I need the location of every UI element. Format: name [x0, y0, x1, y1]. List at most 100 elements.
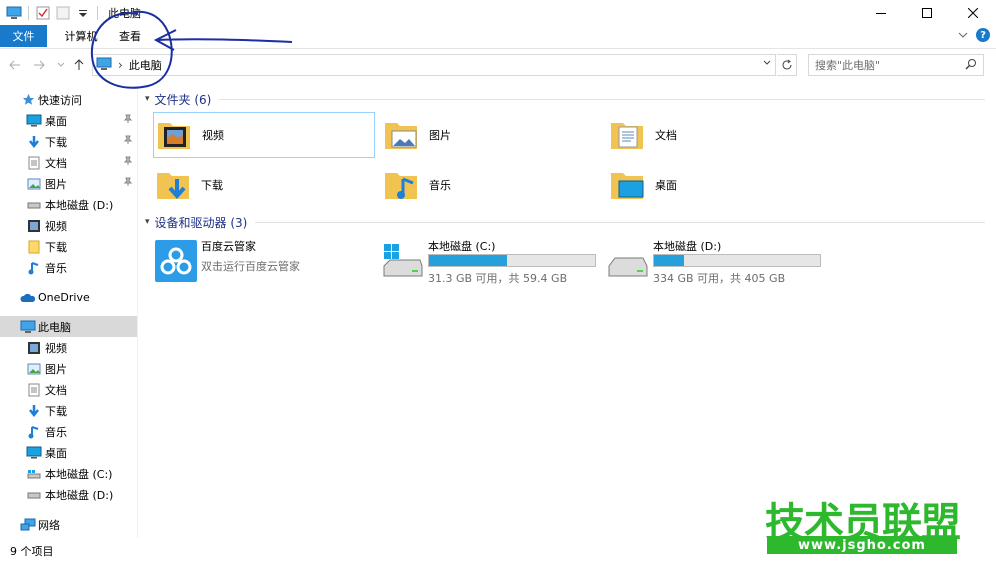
- pin-icon[interactable]: [123, 156, 133, 169]
- close-icon[interactable]: [950, 0, 996, 25]
- music-folder-icon: [381, 165, 421, 205]
- pin-icon[interactable]: [123, 114, 133, 127]
- folder-name: 桌面: [655, 179, 677, 192]
- device-baidu-cloud[interactable]: 百度云管家 双击运行百度云管家: [155, 236, 385, 286]
- recent-locations-icon[interactable]: [52, 54, 70, 76]
- search-icon[interactable]: [965, 58, 977, 73]
- sidebar-item-pc-videos[interactable]: 视频: [0, 337, 137, 358]
- device-name: 本地磁盘 (C:): [428, 240, 496, 253]
- sidebar-item-pictures[interactable]: 图片: [0, 173, 137, 194]
- music-note-icon: [26, 424, 42, 440]
- collapse-chevron-icon[interactable]: ▾: [145, 94, 150, 104]
- minimize-icon[interactable]: [858, 0, 904, 25]
- sidebar-item-pc-downloads[interactable]: 下载: [0, 400, 137, 421]
- device-local-disk-d[interactable]: 本地磁盘 (D:) 334 GB 可用，共 405 GB: [607, 236, 837, 286]
- folder-name: 图片: [429, 129, 451, 142]
- drive-usage-bar: [428, 254, 596, 267]
- sidebar-item-label: 视频: [45, 219, 67, 233]
- desktop-icon: [26, 113, 42, 129]
- up-arrow-icon[interactable]: [70, 54, 88, 76]
- watermark-logo: 技术员联盟 www.jsgho.com: [765, 490, 990, 560]
- video-folder-icon: [154, 115, 194, 155]
- folder-tile-videos[interactable]: 视频: [153, 112, 375, 158]
- windows-drive-icon: [382, 240, 424, 282]
- new-folder-icon[interactable]: [55, 5, 71, 21]
- drive-usage-fill: [429, 255, 508, 266]
- tab-view[interactable]: 查看: [110, 25, 150, 47]
- sidebar-item-label: 桌面: [45, 446, 67, 460]
- pin-icon[interactable]: [123, 177, 133, 190]
- picture-folder-icon: [381, 115, 421, 155]
- breadcrumb-separator-icon[interactable]: ›: [118, 58, 123, 72]
- collapse-chevron-icon[interactable]: ▾: [145, 217, 150, 227]
- devices-section-header[interactable]: ▾ 设备和驱动器 (3): [145, 212, 985, 232]
- sidebar-item-downloads[interactable]: 下载: [0, 131, 137, 152]
- window-controls: [858, 0, 996, 25]
- desktop-folder-icon: [607, 165, 647, 205]
- sidebar-item-pc-music[interactable]: 音乐: [0, 421, 137, 442]
- address-bar[interactable]: › 此电脑: [92, 54, 776, 76]
- properties-icon[interactable]: [35, 5, 51, 21]
- forward-arrow-icon[interactable]: [30, 54, 48, 76]
- device-local-disk-c[interactable]: 本地磁盘 (C:) 31.3 GB 可用，共 59.4 GB: [382, 236, 612, 286]
- tab-computer[interactable]: 计算机: [56, 25, 106, 47]
- sidebar-item-local-disk-d[interactable]: 本地磁盘 (D:): [0, 194, 137, 215]
- sidebar-item-pc-pictures[interactable]: 图片: [0, 358, 137, 379]
- search-input[interactable]: 搜索"此电脑": [808, 54, 984, 76]
- sidebar-item-music[interactable]: 音乐: [0, 257, 137, 278]
- sidebar-item-pc-local-disk-d[interactable]: 本地磁盘 (D:): [0, 484, 137, 505]
- pin-icon[interactable]: [123, 135, 133, 148]
- refresh-icon[interactable]: [777, 54, 797, 76]
- sidebar-item-onedrive[interactable]: OneDrive: [0, 287, 137, 308]
- drive-usage-bar: [653, 254, 821, 267]
- computer-icon: [96, 57, 112, 74]
- sidebar-item-desktop[interactable]: 桌面: [0, 110, 137, 131]
- star-icon: [20, 92, 36, 108]
- sidebar-item-label: 本地磁盘 (D:): [45, 488, 114, 502]
- expand-ribbon-icon[interactable]: [958, 29, 968, 42]
- sidebar-item-label: 图片: [45, 362, 67, 376]
- sidebar-item-downloads-folder[interactable]: 下载: [0, 236, 137, 257]
- folder-name: 视频: [202, 129, 224, 142]
- customize-toolbar-icon[interactable]: [75, 5, 91, 21]
- sidebar-item-documents[interactable]: 文档: [0, 152, 137, 173]
- sidebar-item-videos[interactable]: 视频: [0, 215, 137, 236]
- drive-icon: [26, 487, 42, 503]
- item-count: 9 个项目: [10, 545, 54, 558]
- sidebar-item-label: 本地磁盘 (C:): [45, 467, 113, 481]
- sidebar-item-this-pc[interactable]: 此电脑: [0, 316, 137, 337]
- address-row: › 此电脑 搜索"此电脑": [0, 54, 996, 76]
- sidebar-item-label: 文档: [45, 156, 67, 170]
- computer-icon[interactable]: [6, 5, 22, 21]
- sidebar-item-network[interactable]: 网络: [0, 514, 137, 535]
- breadcrumb-item[interactable]: 此电脑: [129, 57, 162, 73]
- section-divider: [255, 221, 985, 223]
- toolbar-divider: [28, 5, 29, 20]
- maximize-icon[interactable]: [904, 0, 950, 25]
- folder-tile-desktop[interactable]: 桌面: [607, 162, 829, 208]
- drive-icon: [26, 197, 42, 213]
- folder-name: 下载: [201, 179, 223, 192]
- address-dropdown-icon[interactable]: [763, 58, 771, 69]
- folder-tile-downloads[interactable]: 下载: [153, 162, 375, 208]
- help-icon[interactable]: ?: [976, 28, 990, 42]
- tab-file[interactable]: 文件: [0, 25, 47, 47]
- network-icon: [20, 517, 36, 533]
- download-arrow-icon: [26, 134, 42, 150]
- sidebar-item-quick-access[interactable]: 快速访问: [0, 89, 137, 110]
- sidebar-item-label: OneDrive: [38, 291, 90, 304]
- desktop-icon: [26, 445, 42, 461]
- sidebar-item-label: 图片: [45, 177, 67, 191]
- folder-tile-pictures[interactable]: 图片: [381, 112, 603, 158]
- video-icon: [26, 340, 42, 356]
- ribbon-right-controls: ?: [958, 28, 990, 42]
- sidebar-item-local-disk-c[interactable]: 本地磁盘 (C:): [0, 463, 137, 484]
- folder-tile-music[interactable]: 音乐: [381, 162, 603, 208]
- back-arrow-icon[interactable]: [6, 54, 24, 76]
- drive-usage-fill: [654, 255, 684, 266]
- folders-section-header[interactable]: ▾ 文件夹 (6): [145, 89, 985, 109]
- folder-tile-documents[interactable]: 文档: [607, 112, 829, 158]
- sidebar-item-pc-desktop[interactable]: 桌面: [0, 442, 137, 463]
- picture-icon: [26, 361, 42, 377]
- sidebar-item-pc-documents[interactable]: 文档: [0, 379, 137, 400]
